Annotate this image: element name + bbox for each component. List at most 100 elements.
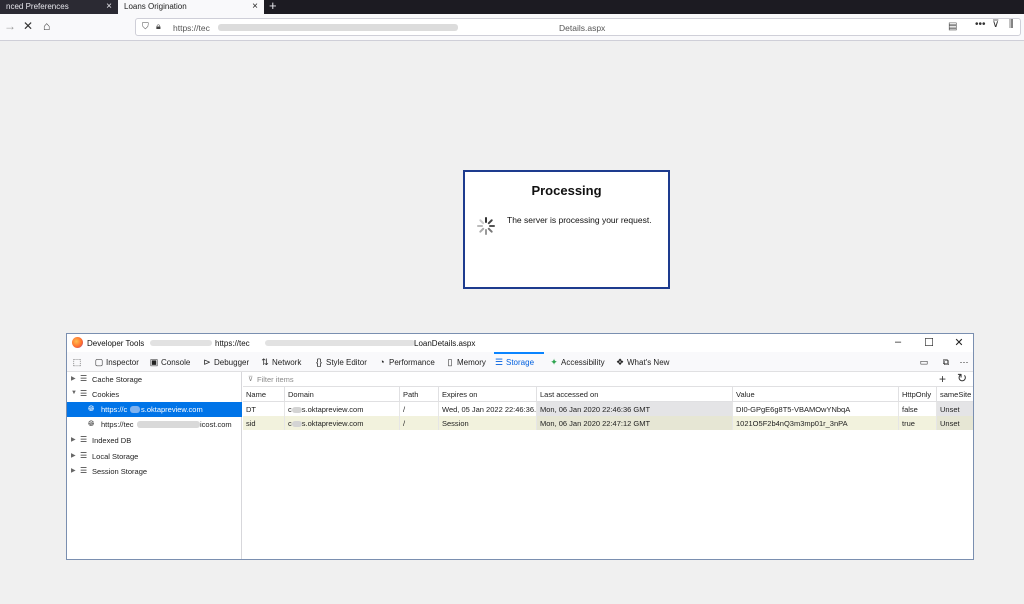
cell-last-accessed: Mon, 06 Jan 2020 22:47:12 GMT	[537, 416, 733, 430]
storage-icon: ☰	[494, 357, 504, 367]
tab-label: Console	[161, 358, 191, 367]
developer-tools-window: Developer Tools https://tec LoanDetails.…	[66, 333, 974, 560]
responsive-design-icon[interactable]: ⧉	[941, 352, 953, 372]
tree-item-cookies[interactable]: ▼ ☰ Cookies	[67, 387, 242, 402]
chevron-right-icon[interactable]: ▶	[71, 375, 76, 382]
tree-item-local-storage[interactable]: ▶ ☰ Local Storage	[67, 449, 242, 464]
console-icon: ▣	[149, 357, 159, 367]
globe-icon: 🌐︎	[88, 404, 95, 413]
cell-path: /	[400, 402, 439, 416]
column-header-expires[interactable]: Expires on	[439, 387, 537, 402]
pocket-icon[interactable]: ⊽	[992, 19, 999, 30]
more-icon[interactable]: •••	[975, 19, 986, 30]
home-icon[interactable]: ⌂	[43, 19, 50, 33]
redacted-title	[150, 340, 212, 346]
maximize-icon[interactable]: ☐	[922, 336, 936, 349]
tree-item-cache-storage[interactable]: ▶ ☰ Cache Storage	[67, 372, 242, 387]
url-text: https://tec	[173, 23, 210, 33]
refresh-icon[interactable]: ↻	[957, 371, 967, 385]
more-icon[interactable]: ⋯	[959, 352, 971, 372]
tree-item-label: Session Storage	[92, 467, 148, 476]
close-icon[interactable]: ✕	[952, 336, 966, 349]
tree-item-label: https://tec	[101, 420, 134, 429]
table-row[interactable]: sid c s.oktapreview.com / Session Mon, 06…	[243, 416, 973, 430]
new-tab-button[interactable]: +	[269, 0, 277, 13]
tab-network[interactable]: ⇅ Network	[260, 352, 301, 372]
devtools-url-prefix: https://tec	[215, 339, 250, 348]
devtools-window-title: Developer Tools	[87, 339, 145, 348]
globe-icon: 🌐︎	[88, 419, 95, 428]
column-header-samesite[interactable]: sameSite	[937, 387, 973, 402]
firefox-logo-icon	[72, 337, 83, 348]
chevron-right-icon[interactable]: ▶	[71, 452, 76, 459]
cell-name: DT	[243, 402, 285, 416]
tab-console[interactable]: ▣ Console	[149, 352, 191, 372]
devtools-url-suffix: LoanDetails.aspx	[414, 339, 476, 348]
add-item-button[interactable]: +	[939, 372, 946, 386]
tab-label: Debugger	[214, 358, 250, 367]
debugger-icon: ⊳	[203, 357, 211, 367]
forward-icon[interactable]: →	[4, 19, 16, 33]
tab-label: Network	[272, 358, 302, 367]
table-row[interactable]: DT c s.oktapreview.com / Wed, 05 Jan 2022…	[243, 402, 973, 416]
shield-icon[interactable]: ⛉	[142, 21, 149, 32]
tab-label: Performance	[389, 358, 435, 367]
reader-view-icon[interactable]: ▤	[948, 21, 957, 32]
tab-debugger[interactable]: ⊳ Debugger	[202, 352, 249, 372]
filter-input[interactable]: Filter items	[257, 375, 294, 384]
tab-preferences[interactable]: nced Preferences ×	[0, 0, 118, 14]
column-header-path[interactable]: Path	[400, 387, 439, 402]
close-icon[interactable]: ×	[106, 1, 112, 12]
chevron-right-icon[interactable]: ▶	[71, 467, 76, 474]
cell-httponly: false	[899, 402, 937, 416]
processing-dialog: Processing The server is processing your…	[463, 170, 670, 289]
tab-inspector[interactable]: ▢ Inspector	[94, 352, 139, 372]
tab-performance[interactable]: ◔ Performance	[377, 352, 435, 372]
accessibility-icon: ✦	[550, 357, 558, 367]
chevron-right-icon[interactable]: ▶	[71, 436, 76, 443]
tab-whats-new[interactable]: ❖ What's New	[615, 352, 669, 372]
url-bar[interactable]: ⛉ 🔒︎ https://tec Details.aspx ▤	[135, 18, 1021, 36]
tab-label: Memory	[457, 358, 486, 367]
chevron-down-icon[interactable]: ▼	[71, 390, 77, 396]
tree-item-cookie-host-okta[interactable]: 🌐︎ https://c s.oktapreview.com	[67, 402, 242, 417]
database-icon: ☰	[80, 374, 88, 383]
close-icon[interactable]: ×	[252, 1, 258, 12]
tab-label: nced Preferences	[6, 2, 69, 11]
tree-item-label: https://c	[101, 405, 128, 414]
column-header-value[interactable]: Value	[733, 387, 899, 402]
redacted-text	[137, 421, 200, 428]
column-header-last-accessed[interactable]: Last accessed on	[537, 387, 733, 402]
browser-tab-strip: nced Preferences × Loans Origination × +	[0, 0, 1024, 14]
column-header-domain[interactable]: Domain	[285, 387, 400, 402]
tab-accessibility[interactable]: ✦ Accessibility	[549, 352, 604, 372]
tab-memory[interactable]: ▯ Memory	[445, 352, 486, 372]
tree-item-label-suffix: s.oktapreview.com	[141, 405, 203, 414]
tab-style-editor[interactable]: {} Style Editor	[314, 352, 367, 372]
tree-item-label: Cache Storage	[92, 375, 143, 384]
table-header: Name Domain Path Expires on Last accesse…	[243, 387, 973, 402]
stop-icon[interactable]: ✕	[23, 19, 33, 33]
tab-label: Style Editor	[326, 358, 367, 367]
tab-storage[interactable]: ☰ Storage	[494, 352, 544, 372]
cell-samesite: Unset	[937, 416, 973, 430]
dialog-title: Processing	[531, 183, 602, 198]
storage-tree: ▶ ☰ Cache Storage ▼ ☰ Cookies 🌐︎ https:/…	[67, 372, 242, 559]
column-header-httponly[interactable]: HttpOnly	[899, 387, 937, 402]
split-console-icon[interactable]: ▭	[919, 352, 931, 372]
column-header-name[interactable]: Name	[243, 387, 285, 402]
pick-element-button[interactable]: ⬚	[72, 352, 84, 372]
tab-label: Storage	[506, 358, 535, 367]
minimize-icon[interactable]: –	[891, 336, 905, 348]
devtools-title-bar: Developer Tools https://tec LoanDetails.…	[67, 334, 973, 352]
library-icon[interactable]: ⫼	[1009, 19, 1014, 30]
lock-icon[interactable]: 🔒︎	[156, 21, 161, 32]
redacted-text	[291, 407, 302, 414]
tree-item-cookie-host-other[interactable]: 🌐︎ https://tec icost.com	[67, 417, 242, 432]
tree-item-session-storage[interactable]: ▶ ☰ Session Storage	[67, 464, 242, 479]
style-editor-icon: {}	[315, 357, 322, 367]
tree-item-label: Indexed DB	[92, 436, 132, 445]
tab-loans-origination[interactable]: Loans Origination ×	[118, 0, 264, 14]
tree-item-indexed-db[interactable]: ▶ ☰ Indexed DB	[67, 433, 242, 448]
redacted-text	[291, 421, 302, 428]
